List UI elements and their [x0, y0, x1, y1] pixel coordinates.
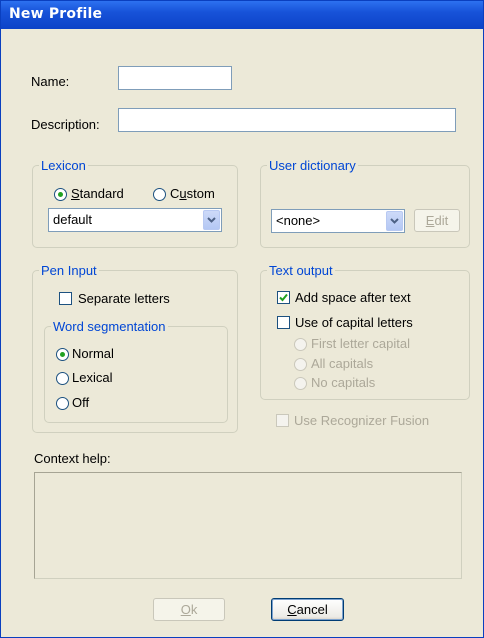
recognizer-fusion-label: Use Recognizer Fusion — [294, 413, 430, 428]
name-input[interactable] — [118, 66, 232, 90]
no-capitals-label: No capitals — [311, 375, 376, 390]
text-output-legend: Text output — [269, 263, 333, 278]
separate-letters-checkbox[interactable] — [59, 292, 72, 305]
normal-radio[interactable] — [56, 348, 69, 361]
add-space-checkbox[interactable] — [277, 291, 290, 304]
recognizer-fusion-checkbox[interactable] — [276, 414, 289, 427]
title-bar[interactable]: New Profile — [1, 1, 483, 29]
no-capitals-radio[interactable] — [294, 377, 307, 390]
all-capitals-label: All capitals — [311, 356, 374, 371]
description-label: Description: — [31, 117, 100, 132]
custom-radio[interactable] — [153, 188, 166, 201]
name-label: Name: — [31, 74, 70, 89]
description-input[interactable] — [118, 108, 456, 132]
capital-letters-checkbox[interactable] — [277, 316, 290, 329]
user-dictionary-group: User dictionary — [260, 158, 470, 248]
lexicon-group: Lexicon — [32, 158, 238, 248]
separate-letters-label[interactable]: Separate letters — [78, 291, 170, 306]
window-title: New Profile — [9, 6, 103, 22]
lexicon-select[interactable]: default — [48, 208, 222, 232]
cancel-button[interactable]: Cancel — [271, 598, 344, 621]
off-radio[interactable] — [56, 397, 69, 410]
chevron-down-icon[interactable] — [203, 210, 220, 230]
context-help-box — [34, 472, 462, 579]
capital-letters-label[interactable]: Use of capital letters — [295, 315, 413, 330]
first-letter-capital-label: First letter capital — [311, 336, 410, 351]
edit-button[interactable]: Edit — [414, 209, 460, 232]
off-radio-label[interactable]: Off — [72, 395, 89, 410]
all-capitals-radio[interactable] — [294, 358, 307, 371]
user-dictionary-select-value: <none> — [276, 213, 321, 228]
first-letter-capital-radio[interactable] — [294, 338, 307, 351]
standard-radio-label[interactable]: Standard — [71, 186, 124, 201]
pen-input-legend: Pen Input — [41, 263, 97, 278]
lexical-radio[interactable] — [56, 372, 69, 385]
user-dictionary-legend: User dictionary — [269, 158, 356, 173]
context-help-label: Context help: — [34, 451, 111, 466]
lexicon-legend: Lexicon — [41, 158, 86, 173]
normal-radio-label[interactable]: Normal — [72, 346, 114, 361]
new-profile-dialog: New Profile Name: Description: Lexicon S… — [0, 0, 484, 638]
lexicon-select-value: default — [53, 212, 93, 227]
custom-radio-label[interactable]: Custom — [170, 186, 215, 201]
add-space-label[interactable]: Add space after text — [295, 290, 411, 305]
lexical-radio-label[interactable]: Lexical — [72, 370, 112, 385]
user-dictionary-select[interactable]: <none> — [271, 209, 405, 233]
standard-radio[interactable] — [54, 188, 67, 201]
ok-button[interactable]: Ok — [153, 598, 225, 621]
word-segmentation-legend: Word segmentation — [53, 319, 166, 334]
chevron-down-icon[interactable] — [386, 211, 403, 231]
